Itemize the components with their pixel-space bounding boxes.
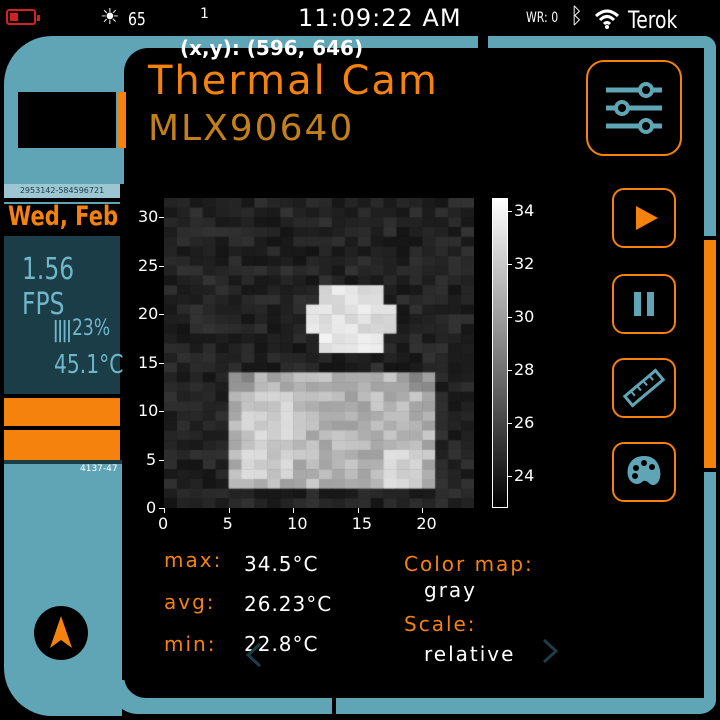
ruler-icon [622, 368, 666, 408]
app-title: Thermal Cam [148, 58, 439, 104]
sidebar-code-bottom: 4137-47 [80, 464, 118, 474]
frame-right-tab [704, 240, 716, 468]
colorbar-tick-label: 26 [514, 413, 535, 433]
y-tick-label: 30 [138, 207, 159, 227]
x-tick-mark [164, 508, 165, 513]
colorbar-tick-mark [508, 264, 512, 266]
y-tick-label: 15 [138, 352, 159, 372]
x-tick-label: 10 [287, 514, 308, 533]
pause-button[interactable] [612, 274, 676, 334]
frame-top-right [488, 36, 716, 48]
colorbar-tick-label: 24 [514, 466, 535, 486]
cpu-bars-icon: |||| [52, 318, 73, 343]
x-tick-mark [293, 508, 295, 513]
sun-icon: ☀ [100, 5, 120, 30]
sliders-icon [606, 82, 662, 134]
colormap-value[interactable]: gray [424, 578, 477, 602]
x-tick-label: 0 [158, 514, 169, 533]
x-tick-mark [357, 508, 359, 513]
colorbar-tick-label: 34 [514, 201, 535, 221]
fps-value: 1.56 FPS [22, 252, 75, 322]
avg-label: avg: [164, 590, 216, 614]
wr-label: WR: 0 [526, 10, 559, 26]
y-tick-mark [159, 459, 164, 461]
palette-icon [627, 456, 661, 486]
colormap-label: Color map: [404, 552, 534, 576]
app-subtitle: MLX90640 [148, 108, 355, 149]
x-tick-label: 20 [416, 514, 437, 533]
pause-icon [634, 292, 654, 316]
colorbar [492, 198, 508, 508]
scale-label: Scale: [404, 612, 477, 636]
bluetooth-icon: ᛒ [570, 4, 584, 29]
colorbar-tick-mark [508, 370, 512, 372]
max-value: 34.5°C [244, 552, 319, 576]
heatmap-canvas [164, 198, 474, 508]
y-tick-label: 0 [146, 498, 157, 517]
wifi-icon [594, 9, 620, 29]
status-bar: ☀ 65 1 11:09:22 AM WR: 0 ᛒ Terok Nor [0, 0, 720, 62]
sidebar-display-box [18, 92, 116, 148]
y-tick-mark [159, 411, 164, 413]
sidebar-code-top: 2953142-584596721 [4, 184, 120, 198]
y-tick-mark [159, 314, 164, 316]
y-tick-label: 20 [138, 304, 159, 324]
avg-value: 26.23°C [244, 592, 333, 616]
heatmap-x-axis [164, 508, 474, 509]
x-tick-mark [422, 508, 424, 513]
y-tick-label: 5 [146, 449, 157, 469]
clock: 11:09:22 AM [298, 4, 462, 32]
x-tick-mark [228, 508, 230, 513]
scale-next-icon[interactable] [540, 636, 560, 666]
coordinates-readout: (x,y): (596, 646) [180, 36, 364, 60]
notification-count: 1 [200, 6, 209, 22]
colorbar-tick-mark [508, 423, 512, 425]
scale-prev-icon[interactable] [244, 640, 264, 670]
colorbar-tick-label: 28 [514, 360, 535, 380]
settings-button[interactable] [586, 60, 682, 156]
max-label: max: [164, 548, 223, 572]
y-tick-mark [159, 508, 164, 509]
colormap-button[interactable] [612, 442, 676, 502]
scale-value[interactable]: relative [424, 642, 515, 666]
starfleet-logo[interactable] [34, 606, 88, 660]
play-icon [636, 206, 658, 230]
y-tick-label: 10 [138, 401, 159, 421]
y-tick-label: 25 [138, 255, 159, 275]
cpu-value: 23% [72, 316, 111, 341]
colorbar-tick-label: 32 [514, 254, 535, 274]
x-tick-label: 15 [351, 514, 373, 533]
colorbar-tick-mark [508, 211, 512, 213]
colorbar-tick-mark [508, 476, 512, 478]
play-button[interactable] [612, 188, 676, 248]
y-tick-mark [159, 217, 164, 219]
battery-icon [6, 9, 40, 25]
y-tick-mark [159, 265, 164, 267]
colorbar-tick-mark [508, 317, 512, 319]
cpu-temperature: 45.1°C [54, 350, 124, 380]
measure-button[interactable] [612, 358, 676, 418]
weather-value: 65 [128, 9, 146, 30]
y-tick-mark [159, 362, 164, 364]
min-label: min: [164, 632, 217, 656]
colorbar-tick-label: 30 [514, 307, 535, 327]
x-tick-label: 5 [222, 514, 233, 533]
thermal-heatmap [164, 198, 474, 508]
